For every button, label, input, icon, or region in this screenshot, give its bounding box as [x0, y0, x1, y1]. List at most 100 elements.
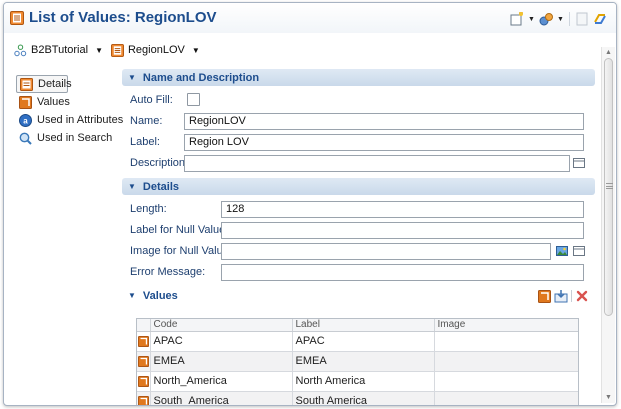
column-header-label[interactable]: Label — [292, 319, 435, 332]
length-field[interactable]: 128 — [221, 201, 584, 218]
row-icon-cell — [137, 391, 151, 405]
description-row: Description: — [122, 153, 595, 174]
nav-item-used-in-search[interactable]: Used in Search — [16, 129, 126, 147]
collapse-triangle-icon[interactable]: ▼ — [128, 182, 136, 191]
editor-header: List of Values: RegionLOV ▼ ▼ — [4, 3, 616, 33]
values-icon — [19, 95, 32, 109]
breadcrumb-label: RegionLOV — [127, 44, 185, 56]
details-icon — [20, 77, 33, 91]
delete-value-icon[interactable] — [575, 289, 589, 303]
values-toolbar — [537, 289, 589, 303]
cell-code[interactable]: EMEA — [150, 351, 293, 372]
editor-navigation: Details Values a Used in Attributes Used… — [16, 75, 126, 147]
table-header-row: Code Label Image — [137, 319, 578, 332]
header-toolbar: ▼ ▼ — [509, 11, 608, 27]
value-icon — [137, 375, 149, 387]
scroll-down-arrow-icon[interactable]: ▼ — [605, 394, 612, 401]
name-row: Name: RegionLOV — [122, 111, 595, 132]
column-header-code[interactable]: Code — [150, 319, 293, 332]
name-field[interactable]: RegionLOV — [184, 113, 584, 130]
table-row[interactable]: APAC APAC — [137, 331, 578, 352]
cell-label[interactable]: North America — [292, 371, 435, 392]
cell-code[interactable]: South_America — [150, 391, 293, 405]
name-label: Name: — [130, 115, 163, 127]
cell-image[interactable] — [434, 351, 578, 372]
new-item-dropdown-icon[interactable]: ▼ — [527, 11, 536, 27]
document-icon[interactable] — [574, 11, 590, 27]
label-field[interactable]: Region LOV — [184, 134, 584, 151]
editor-main: ▼ Name and Description Auto Fill: Name: … — [122, 69, 595, 304]
cell-label[interactable]: South America — [292, 391, 435, 405]
cell-image[interactable] — [434, 371, 578, 392]
collapse-triangle-icon[interactable]: ▼ — [128, 291, 136, 300]
svg-text:a: a — [23, 116, 28, 125]
null-label-row: Label for Null Value: — [122, 220, 595, 241]
row-icon-cell — [137, 351, 151, 372]
table-row[interactable]: North_America North America — [137, 371, 578, 392]
edit-multiline-icon[interactable] — [573, 157, 585, 169]
application-icon — [14, 44, 27, 56]
error-message-row: Error Message: — [122, 262, 595, 283]
auto-fill-checkbox[interactable] — [187, 93, 200, 106]
chevron-down-icon[interactable]: ▼ — [192, 46, 200, 55]
scrollbar-thumb[interactable] — [604, 58, 613, 316]
column-header-image[interactable]: Image — [434, 319, 578, 332]
nav-item-values[interactable]: Values — [16, 93, 126, 111]
value-icon — [137, 335, 149, 347]
cell-image[interactable] — [434, 331, 578, 352]
value-icon — [137, 355, 149, 367]
lov-icon — [10, 11, 24, 25]
description-label: Description: — [130, 157, 189, 169]
nav-label: Details — [38, 78, 72, 90]
auto-fill-label: Auto Fill: — [130, 94, 173, 106]
values-table: Code Label Image APAC APAC EMEA EMEA Nor… — [136, 318, 579, 405]
collapse-triangle-icon[interactable]: ▼ — [128, 73, 136, 82]
cell-image[interactable] — [434, 391, 578, 405]
section-title: Details — [142, 180, 179, 193]
cell-code[interactable]: North_America — [150, 371, 293, 392]
length-label: Length: — [130, 203, 167, 215]
nav-label: Used in Search — [37, 132, 113, 144]
length-row: Length: 128 — [122, 199, 595, 220]
lov-icon — [110, 43, 124, 57]
cell-label[interactable]: APAC — [292, 331, 435, 352]
breadcrumb-item-lov[interactable]: RegionLOV ▼ — [110, 43, 200, 57]
table-row[interactable]: EMEA EMEA — [137, 351, 578, 372]
nav-item-details[interactable]: Details — [16, 75, 72, 93]
attribute-icon: a — [19, 113, 32, 127]
lov-editor-window: List of Values: RegionLOV ▼ ▼ B2BTutoria… — [3, 2, 617, 406]
auto-fill-row: Auto Fill: — [122, 90, 595, 111]
row-icon-column-header — [137, 319, 151, 332]
scroll-up-arrow-icon[interactable]: ▲ — [605, 49, 612, 56]
refresh-icon[interactable] — [592, 11, 608, 27]
run-dropdown-icon[interactable]: ▼ — [556, 11, 565, 27]
section-title: Name and Description — [142, 71, 260, 84]
cell-label[interactable]: EMEA — [292, 351, 435, 372]
breadcrumb: B2BTutorial ▼ RegionLOV ▼ — [14, 41, 208, 59]
label-label: Label: — [130, 136, 160, 148]
add-value-icon[interactable] — [537, 289, 551, 303]
image-picker-icon[interactable] — [556, 245, 568, 257]
error-message-field[interactable] — [221, 264, 584, 281]
breadcrumb-item-application[interactable]: B2BTutorial ▼ — [14, 44, 103, 57]
value-icon — [137, 395, 149, 405]
null-image-row: Image for Null Value: — [122, 241, 595, 262]
nav-item-used-in-attributes[interactable]: a Used in Attributes — [16, 111, 126, 129]
error-message-label: Error Message: — [130, 266, 206, 278]
run-icon[interactable] — [538, 11, 554, 27]
null-label-field[interactable] — [221, 222, 584, 239]
import-values-icon[interactable] — [554, 289, 568, 303]
section-values-header[interactable]: ▼ Values — [122, 287, 595, 304]
edit-multiline-icon[interactable] — [573, 245, 585, 257]
section-details-header[interactable]: ▼ Details — [122, 178, 595, 195]
nav-label: Values — [37, 96, 70, 108]
description-field[interactable] — [184, 155, 570, 172]
chevron-down-icon[interactable]: ▼ — [95, 46, 103, 55]
null-image-label: Image for Null Value: — [130, 245, 232, 257]
new-item-icon[interactable] — [509, 11, 525, 27]
section-name-description-header[interactable]: ▼ Name and Description — [122, 69, 595, 86]
table-row[interactable]: South_America South America — [137, 391, 578, 405]
vertical-scrollbar[interactable]: ▲ ▼ — [601, 47, 615, 403]
null-image-field[interactable] — [221, 243, 551, 260]
cell-code[interactable]: APAC — [150, 331, 293, 352]
